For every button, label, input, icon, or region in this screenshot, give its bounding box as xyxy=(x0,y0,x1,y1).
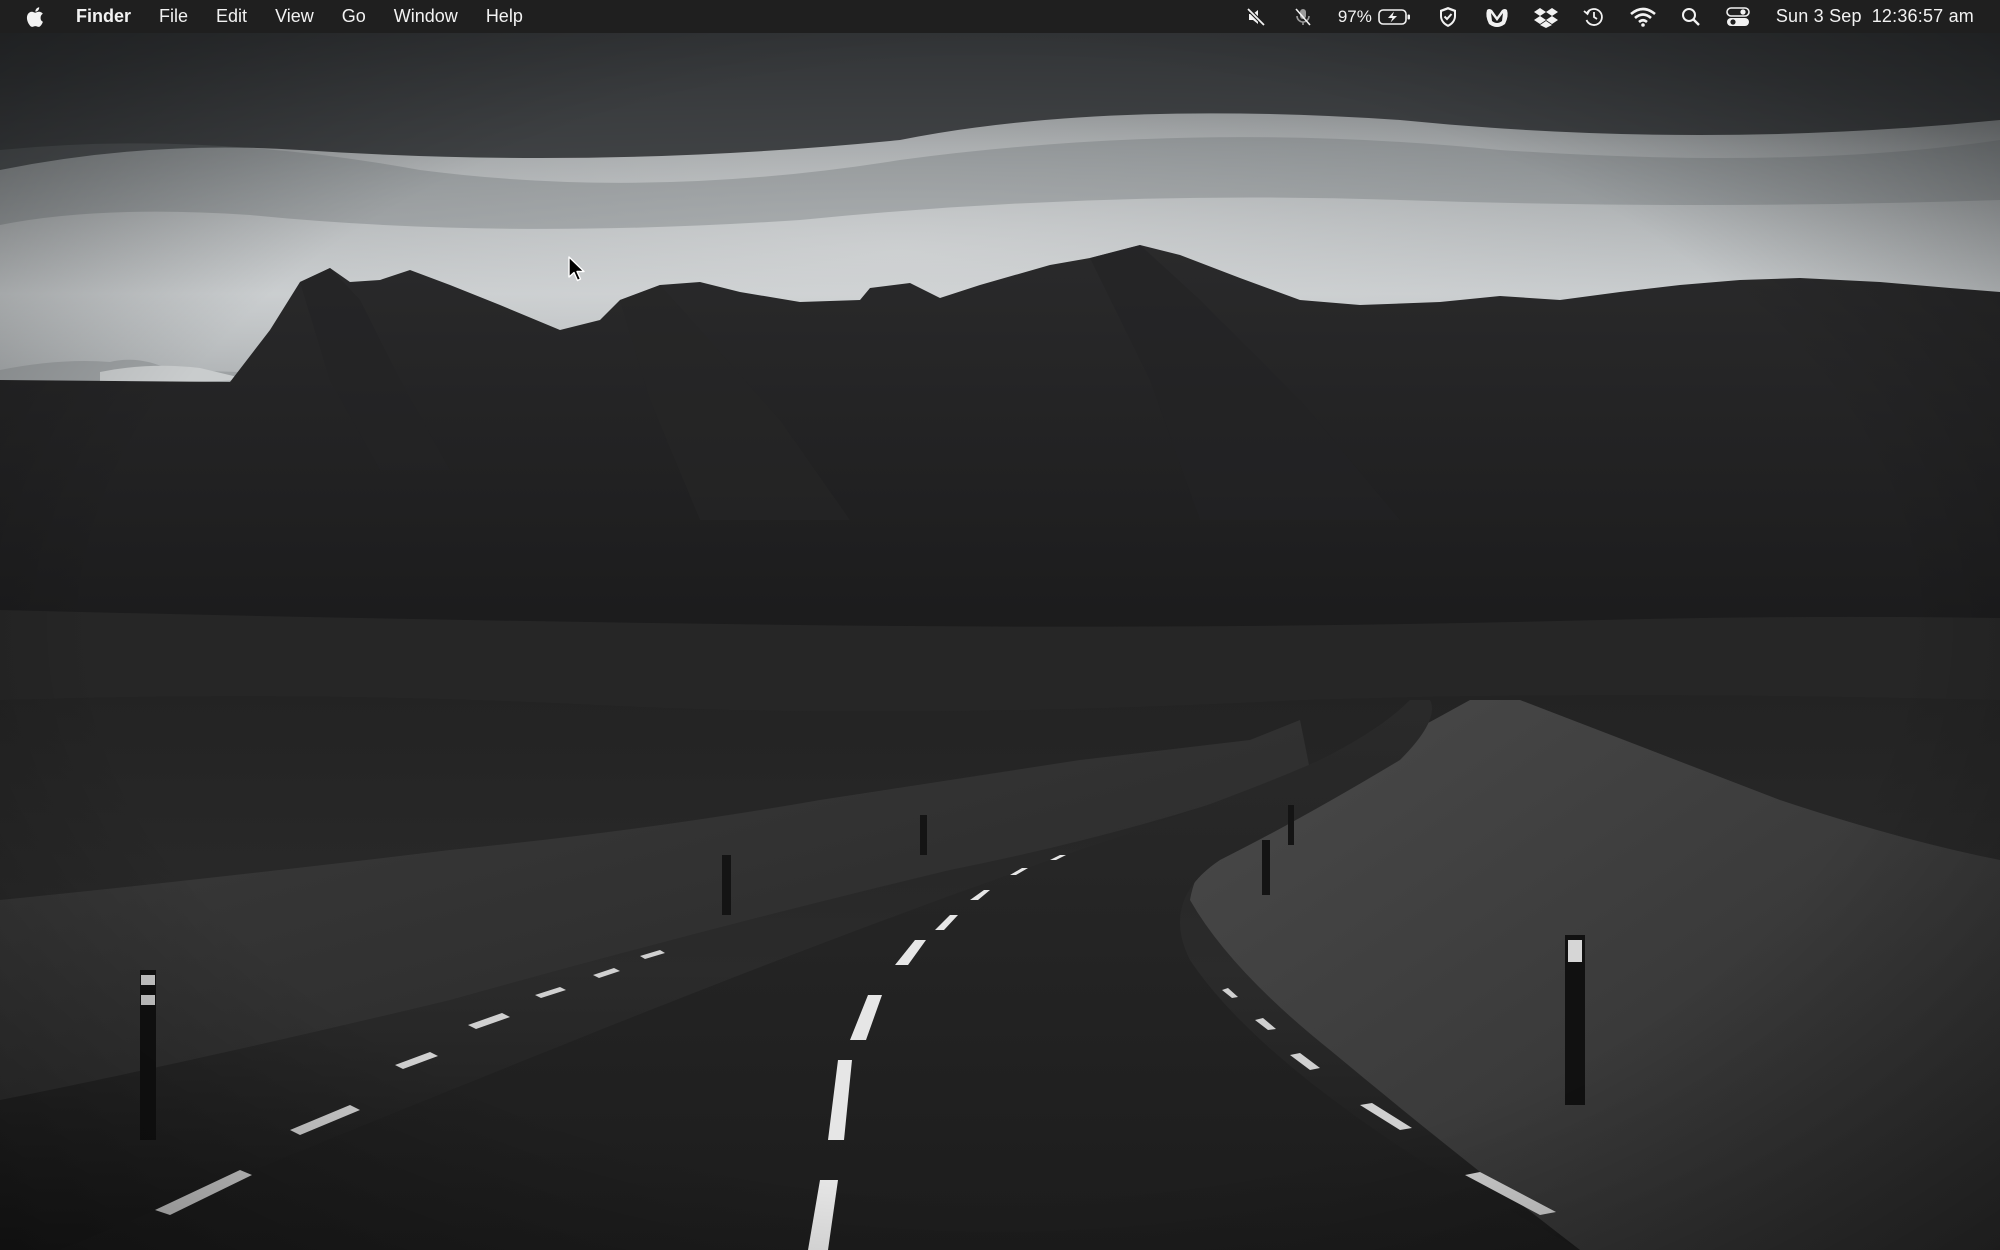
menu-edit[interactable]: Edit xyxy=(202,0,261,33)
menu-help[interactable]: Help xyxy=(472,0,537,33)
battery-status[interactable]: 97% xyxy=(1326,0,1424,33)
clock-time: 12:36:57 am xyxy=(1871,6,1974,26)
menu-bar-left: Finder File Edit View Go Window Help xyxy=(0,0,537,33)
desktop-wallpaper xyxy=(0,0,2000,1250)
menu-file[interactable]: File xyxy=(145,0,202,33)
mute-icon[interactable] xyxy=(1234,0,1280,33)
battery-charging-icon xyxy=(1378,8,1412,26)
control-center-icon[interactable] xyxy=(1714,0,1762,33)
search-icon[interactable] xyxy=(1668,0,1714,33)
time-machine-icon[interactable] xyxy=(1570,0,1618,33)
menu-app-finder[interactable]: Finder xyxy=(70,0,145,33)
menu-bar-clock[interactable]: Sun 3 Sep 12:36:57 am xyxy=(1762,6,2000,27)
menu-window[interactable]: Window xyxy=(380,0,472,33)
clock-date: Sun 3 Sep xyxy=(1775,6,1862,26)
apple-logo-icon[interactable] xyxy=(26,5,48,29)
mic-off-icon[interactable] xyxy=(1280,0,1326,33)
menu-go[interactable]: Go xyxy=(328,0,380,33)
malwarebytes-icon[interactable] xyxy=(1472,0,1522,33)
wifi-icon[interactable] xyxy=(1618,0,1668,33)
battery-percent: 97% xyxy=(1337,6,1372,26)
shield-check-icon[interactable] xyxy=(1424,0,1472,33)
menu-bar: Finder File Edit View Go Window Help 97% xyxy=(0,0,2000,33)
mouse-pointer-icon xyxy=(568,256,585,282)
menu-view[interactable]: View xyxy=(261,0,328,33)
menu-bar-status-area: 97% Sun 3 Sep 12:36:57 am xyxy=(1234,0,2000,33)
dropbox-icon[interactable] xyxy=(1522,0,1570,33)
